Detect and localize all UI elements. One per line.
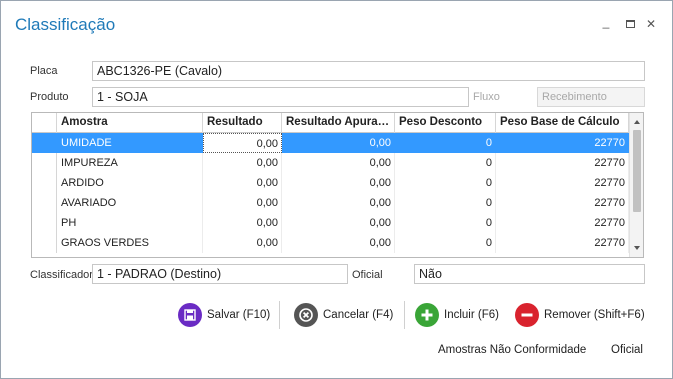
close-button[interactable]: ✕: [644, 17, 658, 31]
cell-peso-base[interactable]: 22770: [496, 193, 629, 213]
salvar-label: Salvar (F10): [207, 309, 271, 321]
grid-vertical-scrollbar[interactable]: [629, 113, 643, 257]
fluxo-label: Fluxo: [473, 91, 500, 103]
cell-peso-desconto[interactable]: 0: [395, 133, 496, 153]
cell-peso-desconto[interactable]: 0: [395, 213, 496, 233]
remover-button[interactable]: Remover (Shift+F6): [515, 300, 645, 330]
table-row[interactable]: ARDIDO 0,00 0,00 0 22770: [32, 173, 629, 193]
classificacao-window: Classificação _ ✕ Placa ABC1326-PE (Cava…: [0, 0, 673, 379]
oficial-link[interactable]: Oficial: [611, 344, 643, 356]
cancelar-label: Cancelar (F4): [323, 309, 394, 321]
cell-peso-desconto[interactable]: 0: [395, 193, 496, 213]
column-header-peso-desconto[interactable]: Peso Desconto: [395, 113, 496, 133]
produto-label: Produto: [30, 91, 69, 103]
column-header-resultado-apurado[interactable]: Resultado Apura…: [282, 113, 395, 133]
x-circle-icon: [294, 303, 318, 327]
cell-resultado-apurado[interactable]: 0,00: [282, 153, 395, 173]
recebimento-field: Recebimento: [537, 87, 645, 107]
table-row[interactable]: GRAOS VERDES 0,00 0,00 0 22770: [32, 233, 629, 253]
toolbar-divider: [404, 301, 405, 329]
cell-amostra[interactable]: AVARIADO: [57, 193, 203, 213]
cell-resultado[interactable]: 0,00: [203, 193, 282, 213]
scroll-thumb[interactable]: [633, 130, 641, 212]
cell-resultado[interactable]: 0,00: [203, 213, 282, 233]
table-row[interactable]: UMIDADE 0,00 0,00 0 22770: [32, 133, 629, 153]
cell-amostra[interactable]: GRAOS VERDES: [57, 233, 203, 253]
remover-label: Remover (Shift+F6): [544, 309, 645, 321]
placa-label: Placa: [30, 65, 58, 77]
incluir-button[interactable]: Incluir (F6): [415, 300, 499, 330]
cell-peso-base[interactable]: 22770: [496, 233, 629, 253]
floppy-disk-icon: [178, 303, 202, 327]
cell-peso-desconto[interactable]: 0: [395, 153, 496, 173]
incluir-label: Incluir (F6): [444, 309, 499, 321]
scroll-up-arrow-icon[interactable]: [634, 120, 640, 124]
cell-amostra[interactable]: PH: [57, 213, 203, 233]
produto-field[interactable]: 1 - SOJA: [92, 87, 469, 107]
plus-circle-icon: [415, 303, 439, 327]
toolbar-divider: [279, 301, 280, 329]
cell-resultado-apurado[interactable]: 0,00: [282, 173, 395, 193]
cell-resultado-apurado[interactable]: 0,00: [282, 133, 395, 153]
table-row[interactable]: PH 0,00 0,00 0 22770: [32, 213, 629, 233]
window-title: Classificação: [15, 15, 116, 34]
column-header-resultado[interactable]: Resultado: [203, 113, 282, 133]
oficial-label: Oficial: [352, 269, 383, 281]
column-header-peso-base[interactable]: Peso Base de Cálculo: [496, 113, 629, 133]
cell-resultado-apurado[interactable]: 0,00: [282, 213, 395, 233]
fluxo-field: [503, 87, 533, 107]
cell-peso-desconto[interactable]: 0: [395, 173, 496, 193]
maximize-button[interactable]: [623, 17, 637, 31]
cell-resultado[interactable]: 0,00: [203, 173, 282, 193]
grid-header: Amostra Resultado Resultado Apura… Peso …: [32, 113, 629, 133]
cell-resultado-apurado[interactable]: 0,00: [282, 233, 395, 253]
placa-field[interactable]: ABC1326-PE (Cavalo): [92, 61, 645, 81]
header-indicator: [32, 113, 57, 133]
column-header-amostra[interactable]: Amostra: [57, 113, 203, 133]
cell-peso-base[interactable]: 22770: [496, 153, 629, 173]
cell-resultado[interactable]: 0,00: [203, 153, 282, 173]
cell-peso-base[interactable]: 22770: [496, 133, 629, 153]
table-row[interactable]: AVARIADO 0,00 0,00 0 22770: [32, 193, 629, 213]
amostras-grid[interactable]: Amostra Resultado Resultado Apura… Peso …: [31, 112, 644, 258]
classificador-field[interactable]: 1 - PADRAO (Destino): [92, 264, 348, 284]
cell-resultado-apurado[interactable]: 0,00: [282, 193, 395, 213]
amostras-nao-conformidade-link[interactable]: Amostras Não Conformidade: [438, 344, 586, 356]
cell-amostra[interactable]: UMIDADE: [57, 133, 203, 153]
scroll-down-arrow-icon[interactable]: [634, 246, 640, 250]
cancelar-button[interactable]: Cancelar (F4): [294, 300, 393, 330]
cell-peso-base[interactable]: 22770: [496, 173, 629, 193]
salvar-button[interactable]: Salvar (F10): [178, 300, 270, 330]
minimize-button[interactable]: _: [599, 15, 613, 29]
cell-amostra[interactable]: IMPUREZA: [57, 153, 203, 173]
classificador-label: Classificador: [30, 269, 93, 281]
cell-peso-desconto[interactable]: 0: [395, 233, 496, 253]
cell-resultado[interactable]: 0,00: [203, 233, 282, 253]
minus-circle-icon: [515, 303, 539, 327]
oficial-field[interactable]: Não: [414, 264, 645, 284]
cell-amostra[interactable]: ARDIDO: [57, 173, 203, 193]
cell-resultado[interactable]: 0,00: [203, 133, 282, 153]
table-row[interactable]: IMPUREZA 0,00 0,00 0 22770: [32, 153, 629, 173]
cell-peso-base[interactable]: 22770: [496, 213, 629, 233]
